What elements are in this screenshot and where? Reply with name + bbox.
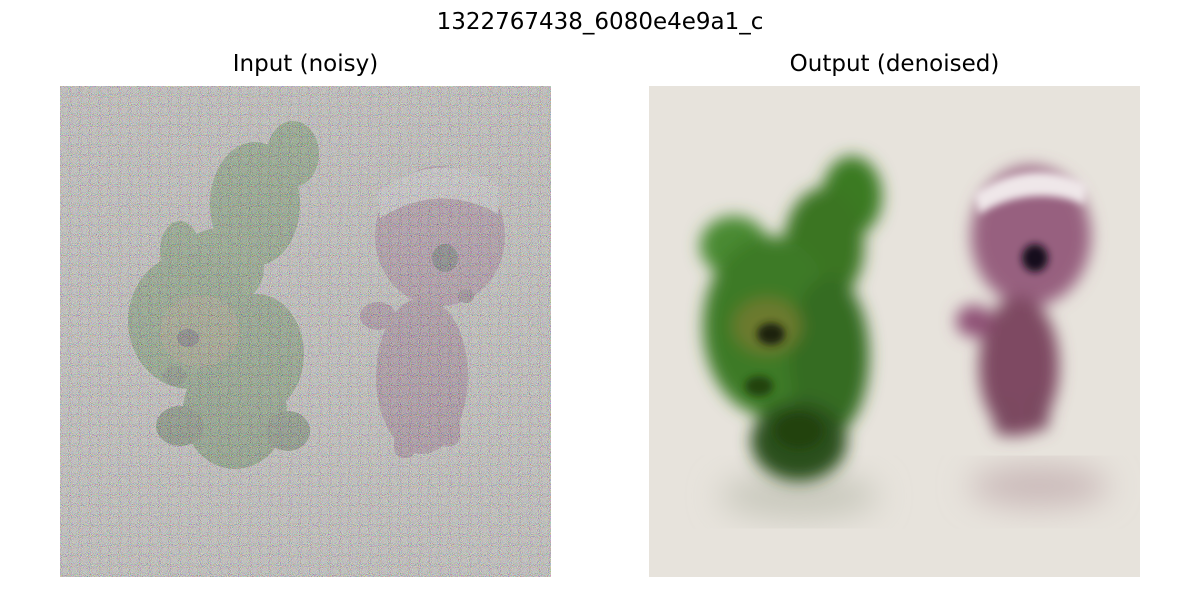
noisy-input-image <box>60 86 551 577</box>
panel-title-output: Output (denoised) <box>789 51 1000 77</box>
figure-title: 1322767438_6080e4e9a1_c <box>436 9 764 35</box>
noisy-photo-svg <box>60 86 551 577</box>
panel-title-input: Input (noisy) <box>232 51 379 77</box>
denoised-output-image <box>649 86 1140 577</box>
noise-overlay <box>60 86 551 577</box>
denoised-photo-svg <box>649 86 1140 577</box>
